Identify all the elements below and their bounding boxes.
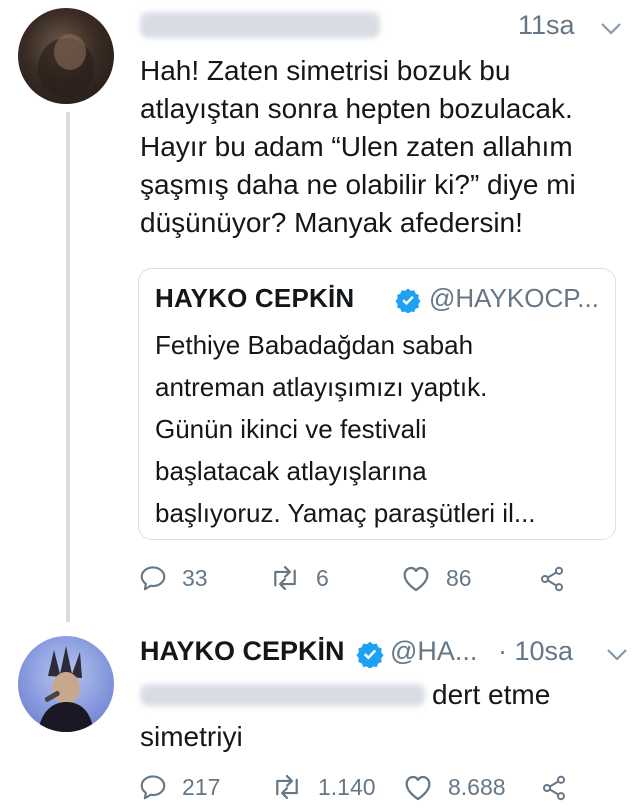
like-button[interactable]: 8.688 bbox=[402, 772, 506, 802]
reply-button[interactable]: 217 bbox=[138, 772, 220, 802]
user-name-redacted bbox=[140, 12, 380, 38]
verified-badge-icon bbox=[356, 641, 384, 668]
avatar-photo bbox=[38, 34, 94, 98]
quoted-text-line: Fethiye Babadağdan sabah bbox=[155, 330, 474, 360]
tweet-time[interactable]: 11sa bbox=[518, 10, 575, 41]
reply-text-line: dert etme bbox=[432, 679, 551, 710]
quoted-tweet[interactable]: HAYKO CEPKİN @HAYKOCP... Fethiye Babadağ… bbox=[138, 268, 616, 540]
thread-line bbox=[66, 112, 70, 622]
tweet-text-line: düşünüyor? Manyak afedersin! bbox=[140, 207, 523, 238]
tweet-text-line: atlayıştan sonra hepten bozulacak. bbox=[140, 93, 573, 124]
chevron-down-icon[interactable] bbox=[600, 22, 622, 36]
heart-icon bbox=[403, 566, 429, 592]
like-count: 8.688 bbox=[448, 773, 506, 800]
quoted-tweet-text: Fethiye Babadağdan sabah antreman atlayı… bbox=[155, 324, 615, 534]
quoted-text-line: Günün ikinci ve festivali bbox=[155, 414, 427, 444]
chevron-down-icon[interactable] bbox=[606, 648, 628, 662]
retweet-count: 1.140 bbox=[318, 773, 376, 800]
reply-button[interactable]: 33 bbox=[138, 563, 208, 593]
reply-count: 217 bbox=[182, 773, 221, 800]
heart-icon bbox=[405, 775, 431, 801]
quoted-user-handle: @HAYKOCP... bbox=[429, 283, 599, 313]
reply-text-line: simetriyi bbox=[140, 721, 243, 752]
quoted-text-line: antreman atlayışımızı yaptık. bbox=[155, 372, 488, 402]
avatar-photo bbox=[38, 646, 94, 732]
tweet-text-line: Hayır bu adam “Ulen zaten allahım bbox=[140, 131, 573, 162]
retweet-button[interactable]: 6 bbox=[268, 563, 329, 593]
retweet-icon bbox=[274, 565, 296, 591]
tweet-text-line: şaşmış daha ne olabilir ki?” diye mi bbox=[140, 169, 576, 200]
reply-icon bbox=[140, 566, 166, 591]
retweet-icon bbox=[276, 774, 298, 800]
quoted-text-line: başlıyoruz. Yamaç paraşütleri il... bbox=[155, 498, 536, 528]
quoted-text-line: başlatacak atlayışlarına bbox=[155, 456, 427, 486]
avatar[interactable] bbox=[18, 8, 114, 104]
share-icon[interactable] bbox=[538, 565, 566, 593]
reply-icon bbox=[140, 775, 166, 800]
tweet-text-line: Hah! Zaten simetrisi bozuk bu bbox=[140, 55, 511, 86]
tweet-time[interactable]: · 10sa bbox=[498, 636, 573, 667]
retweet-button[interactable]: 1.140 bbox=[270, 772, 376, 802]
user-handle[interactable]: @HA... bbox=[390, 636, 477, 667]
reply-count: 33 bbox=[182, 564, 208, 591]
verified-badge-icon bbox=[395, 288, 421, 313]
avatar[interactable] bbox=[18, 636, 114, 732]
like-button[interactable]: 86 bbox=[400, 563, 472, 593]
retweet-count: 6 bbox=[316, 564, 329, 591]
user-name[interactable]: HAYKO CEPKİN bbox=[140, 636, 345, 667]
like-count: 86 bbox=[446, 564, 472, 591]
tweet-text: Hah! Zaten simetrisi bozuk bu atlayıştan… bbox=[140, 52, 576, 242]
mention-redacted bbox=[140, 684, 425, 706]
share-icon[interactable] bbox=[540, 774, 568, 802]
quoted-user-name: HAYKO CEPKİN bbox=[155, 283, 355, 313]
